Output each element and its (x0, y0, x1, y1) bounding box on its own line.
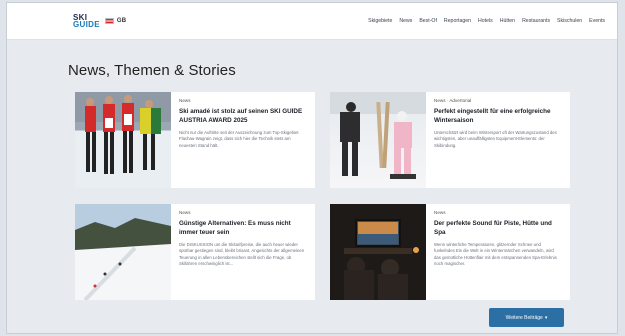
page-title: News, Themen & Stories (68, 62, 236, 79)
nav-huetten[interactable]: Hütten (500, 18, 515, 24)
card-category: News (179, 210, 191, 215)
card-image[interactable] (75, 204, 171, 300)
flag-icon[interactable] (104, 18, 114, 24)
news-card[interactable]: News Der perfekte Sound für Piste, Hütte… (330, 204, 570, 300)
more-posts-button[interactable]: Weitere Beiträge ▾ (489, 308, 564, 327)
site-logo[interactable]: SKI GUIDE GB (73, 14, 127, 29)
card-title[interactable]: Ski amadé ist stolz auf seinen SKI GUIDE… (179, 108, 306, 125)
card-excerpt: Nicht nur die Auftritte seit der Auszeic… (179, 130, 299, 148)
card-title[interactable]: Günstige Alternativen: Es muss nicht imm… (179, 220, 306, 237)
more-posts-label: Weitere Beiträge (505, 314, 543, 321)
skiers-image (330, 92, 426, 179)
language-selector[interactable]: GB (117, 18, 127, 25)
card-image[interactable] (330, 92, 426, 188)
card-title[interactable]: Perfekt eingestellt für eine erfolgreich… (434, 108, 561, 125)
card-image[interactable] (75, 92, 171, 188)
nav-skischulen[interactable]: Skischulen (557, 18, 582, 24)
card-excerpt: Wenn winterliche Temperaturen, glitzernd… (434, 242, 557, 266)
nav-hotels[interactable]: Hotels (478, 18, 493, 24)
nav-events[interactable]: Events (589, 18, 605, 24)
site-header: SKI GUIDE GB Skigebiete News Best-Of Rep… (7, 3, 617, 40)
nav-best-of[interactable]: Best-Of (419, 18, 437, 24)
card-excerpt: Die DISKUSSION um die Skitarifpreise, di… (179, 242, 305, 266)
nav-reportagen[interactable]: Reportagen (444, 18, 471, 24)
card-category: News (434, 210, 446, 215)
news-card[interactable]: News Ski amadé ist stolz auf seinen SKI … (75, 92, 315, 188)
main-nav: Skigebiete News Best-Of Reportagen Hotel… (368, 18, 605, 24)
people-award-image (75, 92, 171, 174)
nav-news[interactable]: News (399, 18, 412, 24)
ski-slope-image (75, 204, 171, 300)
news-card[interactable]: News · Advertorial Perfekt eingestellt f… (330, 92, 570, 188)
logo-bottom: GUIDE (73, 20, 100, 29)
news-card[interactable]: News Günstige Alternativen: Es muss nich… (75, 204, 315, 300)
chevron-down-icon: ▾ (544, 314, 548, 321)
nav-skigebiete[interactable]: Skigebiete (368, 18, 392, 24)
card-category: News · Advertorial (434, 98, 472, 103)
card-excerpt: Unterschätzt wird beim Wintersport oft d… (434, 130, 557, 148)
nav-restaurants[interactable]: Restaurants (522, 18, 550, 24)
living-room-tv-image (330, 204, 426, 300)
card-image[interactable] (330, 204, 426, 300)
card-title[interactable]: Der perfekte Sound für Piste, Hütte und … (434, 220, 561, 237)
card-category: News (179, 98, 191, 103)
